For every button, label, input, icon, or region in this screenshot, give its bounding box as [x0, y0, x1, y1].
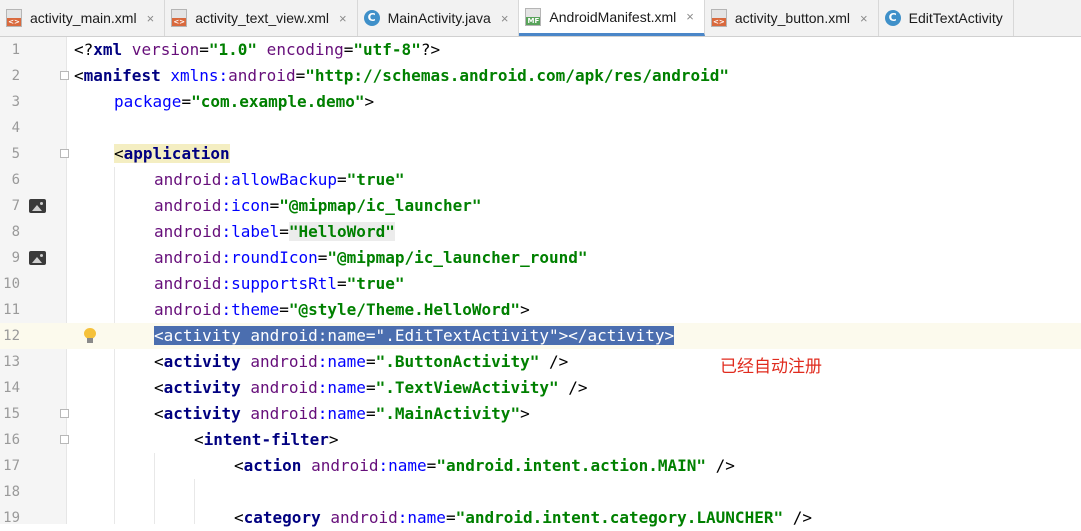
- close-icon[interactable]: ×: [147, 11, 155, 26]
- code-text: android:theme="@style/Theme.HelloWord">: [154, 300, 530, 319]
- tab-android-manifest-xml[interactable]: AndroidManifest.xml ×: [519, 0, 705, 36]
- line-number: 16: [3, 432, 20, 448]
- code-text: android:label="HelloWord": [154, 222, 395, 241]
- code-line[interactable]: 6 android:allowBackup="true": [0, 167, 1081, 193]
- fold-marker-icon[interactable]: [60, 71, 69, 80]
- close-icon[interactable]: ×: [339, 11, 347, 26]
- selected-code-text: <activity android:name=".EditTextActivit…: [154, 326, 675, 345]
- close-icon[interactable]: ×: [860, 11, 868, 26]
- tab-label: activity_button.xml: [734, 10, 851, 26]
- code-line[interactable]: 5 <application: [0, 141, 1081, 167]
- java-class-icon: C: [363, 10, 380, 26]
- code-line[interactable]: 10 android:supportsRtl="true": [0, 271, 1081, 297]
- xml-file-icon: [171, 9, 188, 27]
- code-text: <?xml version="1.0" encoding="utf-8"?>: [74, 40, 441, 59]
- close-icon[interactable]: ×: [501, 11, 509, 26]
- code-text: android:supportsRtl="true": [154, 274, 405, 293]
- tab-label: MainActivity.java: [387, 10, 491, 26]
- code-line[interactable]: 17 <action android:name="android.intent.…: [0, 453, 1081, 479]
- line-number: 2: [11, 68, 20, 84]
- line-number: 9: [11, 250, 20, 266]
- fold-marker-icon[interactable]: [60, 409, 69, 418]
- code-line[interactable]: 14 <activity android:name=".TextViewActi…: [0, 375, 1081, 401]
- java-class-icon: C: [884, 10, 901, 26]
- close-icon[interactable]: ×: [686, 9, 694, 24]
- code-text: android:roundIcon="@mipmap/ic_launcher_r…: [154, 248, 588, 267]
- code-text: <action android:name="android.intent.act…: [234, 456, 735, 475]
- code-text: package="com.example.demo">: [114, 92, 375, 111]
- line-number: 17: [3, 458, 20, 474]
- code-text: <activity android:name=".TextViewActivit…: [154, 378, 588, 397]
- code-text: <activity android:name=".ButtonActivity"…: [154, 352, 569, 371]
- code-text: <intent-filter>: [194, 430, 339, 449]
- fold-marker-icon[interactable]: [60, 435, 69, 444]
- line-number: 3: [11, 94, 20, 110]
- code-line-current[interactable]: 12 <activity android:name=".EditTextActi…: [0, 323, 1081, 349]
- line-number: 15: [3, 406, 20, 422]
- line-number: 10: [3, 276, 20, 292]
- tab-edit-text-activity[interactable]: C EditTextActivity: [879, 0, 1014, 36]
- line-number: 14: [3, 380, 20, 396]
- code-line[interactable]: 16 <intent-filter>: [0, 427, 1081, 453]
- editor-tab-bar: activity_main.xml × activity_text_view.x…: [0, 0, 1081, 37]
- xml-file-icon: [6, 9, 22, 27]
- line-number: 8: [11, 224, 20, 240]
- line-number: 18: [3, 484, 20, 500]
- tab-label: activity_main.xml: [30, 10, 137, 26]
- line-number: 19: [3, 510, 20, 526]
- image-preview-icon[interactable]: [29, 251, 46, 265]
- line-number: 4: [11, 120, 20, 136]
- code-line[interactable]: 4: [0, 115, 1081, 141]
- tab-activity-text-view-xml[interactable]: activity_text_view.xml ×: [165, 0, 358, 36]
- line-number: 12: [3, 328, 20, 344]
- code-text: android:allowBackup="true": [154, 170, 405, 189]
- fold-marker-icon[interactable]: [60, 149, 69, 158]
- code-text: <category android:name="android.intent.c…: [234, 508, 812, 527]
- code-text: <application: [114, 144, 230, 163]
- xml-file-icon: [710, 9, 727, 27]
- tab-label: activity_text_view.xml: [195, 10, 330, 26]
- code-line[interactable]: 2 <manifest xmlns:android="http://schema…: [0, 63, 1081, 89]
- code-line[interactable]: 11 android:theme="@style/Theme.HelloWord…: [0, 297, 1081, 323]
- code-line[interactable]: 15 <activity android:name=".MainActivity…: [0, 401, 1081, 427]
- annotation-text: 已经自动注册: [720, 357, 822, 377]
- code-line[interactable]: 18: [0, 479, 1081, 505]
- line-number: 1: [11, 42, 20, 58]
- code-line[interactable]: 13 <activity android:name=".ButtonActivi…: [0, 349, 1081, 375]
- code-text: <activity android:name=".MainActivity">: [154, 404, 530, 423]
- line-number: 13: [3, 354, 20, 370]
- line-number: 7: [11, 198, 20, 214]
- line-number: 5: [11, 146, 20, 162]
- tab-main-activity-java[interactable]: C MainActivity.java ×: [358, 0, 520, 36]
- tab-label: EditTextActivity: [908, 10, 1003, 26]
- tab-activity-button-xml[interactable]: activity_button.xml ×: [705, 0, 879, 36]
- tab-activity-main-xml[interactable]: activity_main.xml ×: [0, 0, 166, 36]
- code-line[interactable]: 19 <category android:name="android.inten…: [0, 505, 1081, 531]
- manifest-file-icon: [525, 7, 542, 26]
- code-line[interactable]: 8 android:label="HelloWord": [0, 219, 1081, 245]
- image-preview-icon[interactable]: [29, 199, 46, 213]
- code-line[interactable]: 1 <?xml version="1.0" encoding="utf-8"?>: [0, 37, 1081, 63]
- code-line[interactable]: 7 android:icon="@mipmap/ic_launcher": [0, 193, 1081, 219]
- lightbulb-icon[interactable]: [83, 328, 97, 343]
- code-text: android:icon="@mipmap/ic_launcher": [154, 196, 482, 215]
- line-number: 11: [3, 302, 20, 318]
- code-line[interactable]: 9 android:roundIcon="@mipmap/ic_launcher…: [0, 245, 1081, 271]
- line-number: 6: [11, 172, 20, 188]
- tab-label: AndroidManifest.xml: [549, 8, 677, 25]
- code-editor[interactable]: 1 <?xml version="1.0" encoding="utf-8"?>…: [0, 37, 1081, 527]
- code-line[interactable]: 3 package="com.example.demo">: [0, 89, 1081, 115]
- code-text: <manifest xmlns:android="http://schemas.…: [74, 66, 730, 85]
